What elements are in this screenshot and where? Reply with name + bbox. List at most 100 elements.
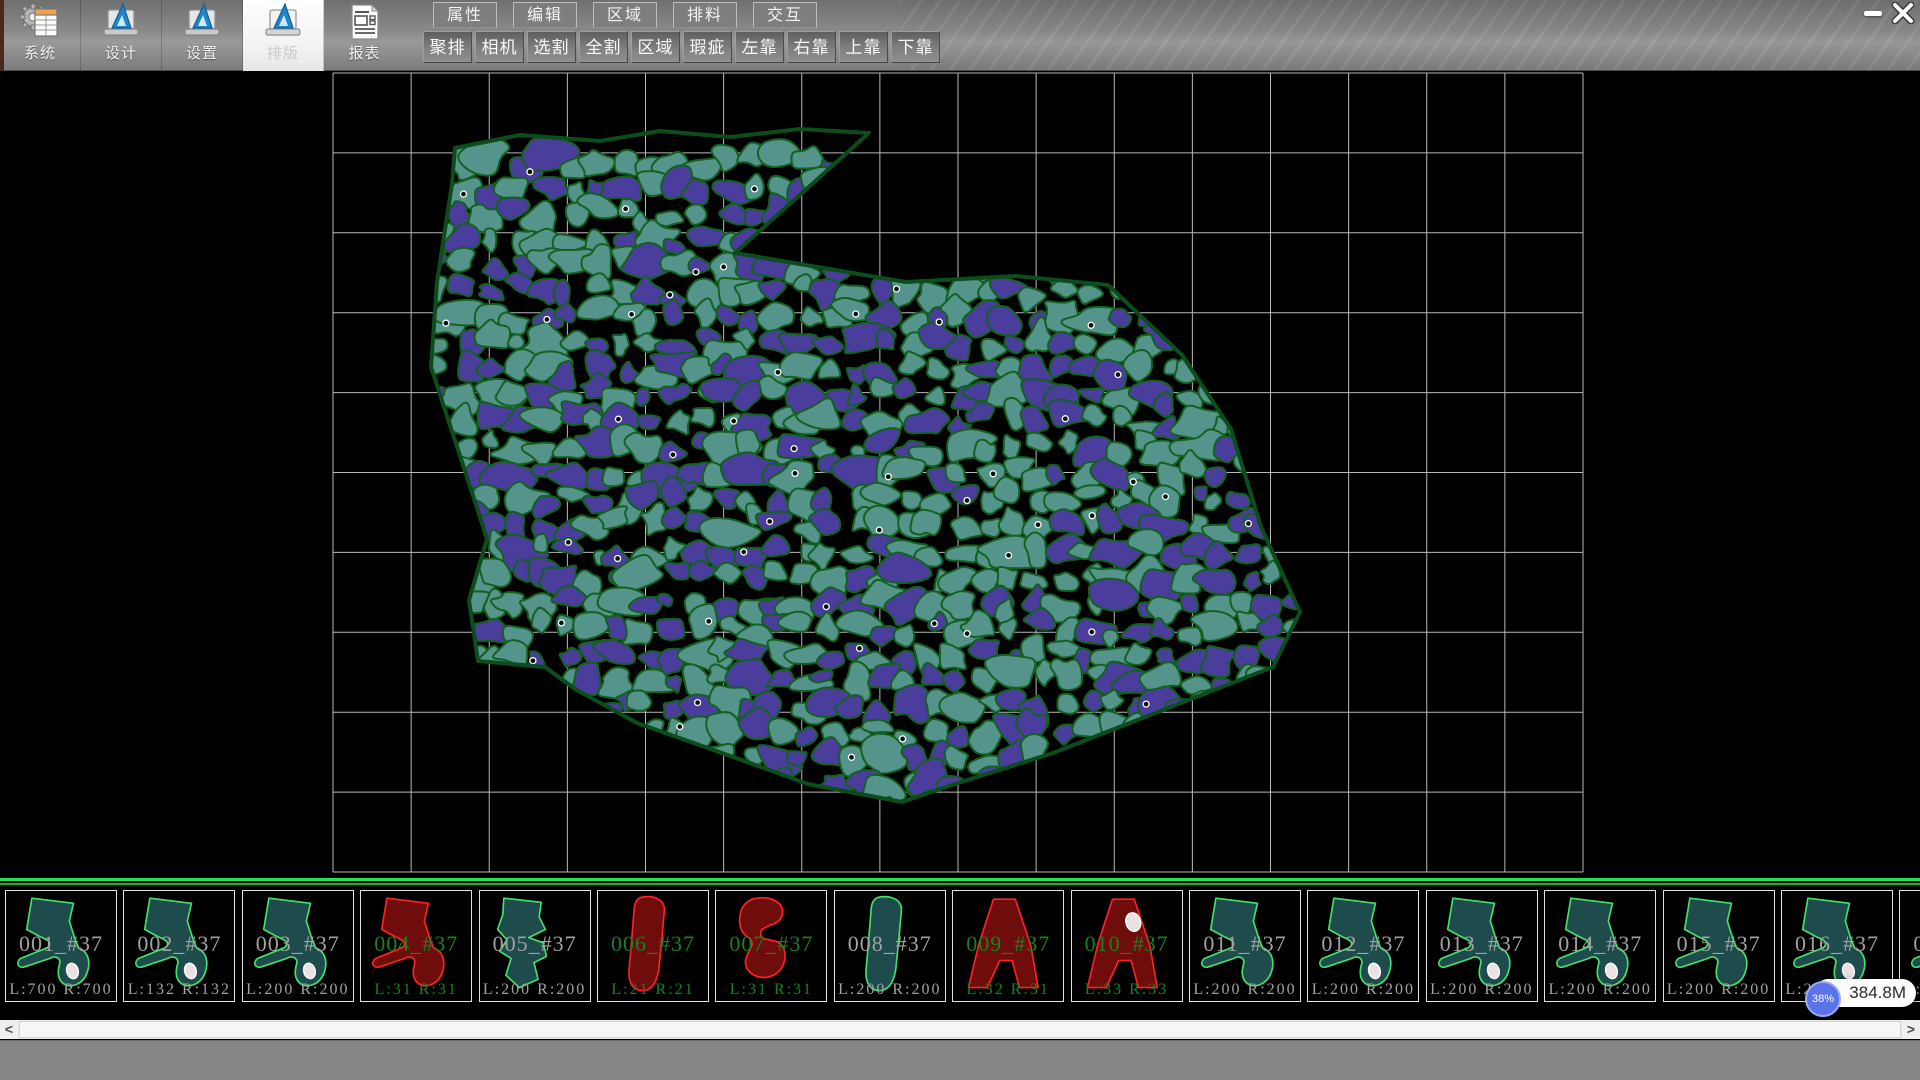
settings-icon <box>181 2 223 42</box>
ribbon-tab-system[interactable]: 系统 <box>0 0 81 71</box>
menu-edit[interactable]: 编辑 <box>513 2 577 28</box>
minimize-button[interactable] <box>1858 1 1888 25</box>
piece-label: 001_#37 <box>6 931 116 957</box>
ribbon-tab-label: 设计 <box>105 42 137 63</box>
window-controls <box>1858 0 1918 26</box>
ribbon-tab-label: 系统 <box>24 42 56 63</box>
close-button[interactable] <box>1888 1 1918 25</box>
piece-lr-count: L:200 R:200 <box>835 981 945 999</box>
scroll-right-arrow-icon[interactable]: > <box>1902 1020 1920 1039</box>
report-icon <box>344 2 386 42</box>
piece-lr-count: L:200 R:200 <box>1427 981 1537 999</box>
ribbon-tab-layout[interactable]: 排版 <box>243 0 324 71</box>
thumbnail-cell[interactable]: 006_#37 L:21 R:21 <box>597 890 709 1002</box>
thumbnail-cell[interactable]: 010_#37 L:33 R:33 <box>1071 890 1183 1002</box>
menu-region[interactable]: 区域 <box>593 2 657 28</box>
piece-label: 012_#37 <box>1308 931 1418 957</box>
piece-label: 011_#37 <box>1190 931 1300 957</box>
menu-properties[interactable]: 属性 <box>433 2 497 28</box>
piece-label: 008_#37 <box>835 931 945 957</box>
tool-align-bottom[interactable]: 下靠 <box>891 31 940 63</box>
piece-label: 014_#37 <box>1545 931 1655 957</box>
minimize-icon <box>1864 11 1882 16</box>
piece-lr-count: L:200 R:200 <box>1190 981 1300 999</box>
horizontal-scrollbar[interactable]: < > <box>0 1020 1920 1039</box>
menu-nesting[interactable]: 排料 <box>673 2 737 28</box>
strip-border-line <box>0 883 1920 885</box>
tool-select-cut[interactable]: 选割 <box>527 31 576 63</box>
tool-align-left[interactable]: 左靠 <box>735 31 784 63</box>
thumbnail-cell[interactable]: 007_#37 L:31 R:31 <box>715 890 827 1002</box>
thumbnail-cell[interactable]: 013_#37 L:200 R:200 <box>1426 890 1538 1002</box>
thumbnail-cell[interactable]: 014_#37 L:200 R:200 <box>1544 890 1656 1002</box>
tool-row: 聚排 相机 选割 全割 区域 瑕疵 左靠 右靠 上靠 下靠 <box>423 31 940 63</box>
nested-pieces <box>406 131 1327 833</box>
piece-lr-count: L:200 R:200 <box>1664 981 1774 999</box>
piece-lr-count: L:200 R:200 <box>1308 981 1418 999</box>
thumbnail-cell[interactable]: 002_#37 L:132 R:132 <box>123 890 235 1002</box>
tool-defect[interactable]: 瑕疵 <box>683 31 732 63</box>
ribbon-tab-label: 设置 <box>186 42 218 63</box>
piece-lr-count: L:200 R:200 <box>243 981 353 999</box>
close-icon <box>1891 2 1915 24</box>
piece-lr-count: L:21 R:21 <box>598 981 708 999</box>
piece-label: 002_#37 <box>124 931 234 957</box>
progress-percent-badge: 38% <box>1805 981 1841 1017</box>
piece-lr-count: L:32 R:31 <box>953 981 1063 999</box>
nesting-canvas[interactable] <box>0 71 1920 878</box>
memory-value: 384.8M <box>1849 983 1906 1003</box>
thumbnail-cell[interactable]: 011_#37 L:200 R:200 <box>1189 890 1301 1002</box>
piece-label: 010_#37 <box>1072 931 1182 957</box>
piece-label: 009_#37 <box>953 931 1063 957</box>
ribbon-tab-report[interactable]: 报表 <box>324 0 405 71</box>
piece-lr-count: L:200 R:200 <box>1545 981 1655 999</box>
thumbnail-cell[interactable]: 003_#37 L:200 R:200 <box>242 890 354 1002</box>
piece-label: 017_#37 <box>1900 931 1920 957</box>
piece-label: 006_#37 <box>598 931 708 957</box>
piece-lr-count: L:33 R:33 <box>1072 981 1182 999</box>
piece-label: 016_#37 <box>1782 931 1892 957</box>
scrollbar-thumb[interactable] <box>19 1021 1901 1038</box>
piece-label: 015_#37 <box>1664 931 1774 957</box>
strip-border-line <box>0 878 1920 881</box>
thumbnail-cell[interactable]: 012_#37 L:200 R:200 <box>1307 890 1419 1002</box>
thumbnail-cell[interactable]: 009_#37 L:32 R:31 <box>952 890 1064 1002</box>
piece-label: 004_#37 <box>361 931 471 957</box>
thumbnail-cell[interactable]: 004_#37 L:31 R:31 <box>360 890 472 1002</box>
tool-cluster-nest[interactable]: 聚排 <box>423 31 472 63</box>
piece-lr-count: L:31 R:31 <box>361 981 471 999</box>
tool-align-top[interactable]: 上靠 <box>839 31 888 63</box>
layout-icon <box>262 2 304 42</box>
tool-align-right[interactable]: 右靠 <box>787 31 836 63</box>
toolbar-texture <box>900 0 1920 70</box>
thumbnail-cell[interactable]: 005_#37 L:200 R:200 <box>479 890 591 1002</box>
piece-label: 007_#37 <box>716 931 826 957</box>
tool-camera[interactable]: 相机 <box>475 31 524 63</box>
thumbnail-cell[interactable]: 001_#37 L:700 R:700 <box>5 890 117 1002</box>
nesting-drawing <box>0 71 1920 878</box>
piece-lr-count: L:200 R:200 <box>480 981 590 999</box>
menubar: 属性 编辑 区域 排料 交互 <box>433 2 817 28</box>
system-icon <box>19 2 61 42</box>
tool-cut-all[interactable]: 全割 <box>579 31 628 63</box>
piece-lr-count: L:31 R:31 <box>716 981 826 999</box>
thumbnail-cell[interactable]: 008_#37 L:200 R:200 <box>834 890 946 1002</box>
percent-value: 38% <box>1812 993 1834 1005</box>
piece-thumbnail-strip: 001_#37 L:700 R:700 002_#37 L:132 R:132 003_… <box>0 878 1920 1020</box>
ribbon-tab-label: 排版 <box>267 42 299 63</box>
tool-region[interactable]: 区域 <box>631 31 680 63</box>
scroll-left-arrow-icon[interactable]: < <box>0 1020 18 1039</box>
thumbnail-cell[interactable]: 015_#37 L:200 R:200 <box>1663 890 1775 1002</box>
piece-label: 005_#37 <box>480 931 590 957</box>
menu-interactive[interactable]: 交互 <box>753 2 817 28</box>
ribbon-toolbar: 系统 设计 设置 <box>0 0 1920 71</box>
piece-label: 013_#37 <box>1427 931 1537 957</box>
ribbon-tab-design[interactable]: 设计 <box>81 0 162 71</box>
piece-lr-count: L:132 R:132 <box>124 981 234 999</box>
window-bottom-bar <box>0 1040 1920 1080</box>
ribbon-tab-label: 报表 <box>348 42 380 63</box>
ribbon-tab-settings[interactable]: 设置 <box>162 0 243 71</box>
design-icon <box>100 2 142 42</box>
piece-lr-count: L:700 R:700 <box>6 981 116 999</box>
piece-label: 003_#37 <box>243 931 353 957</box>
